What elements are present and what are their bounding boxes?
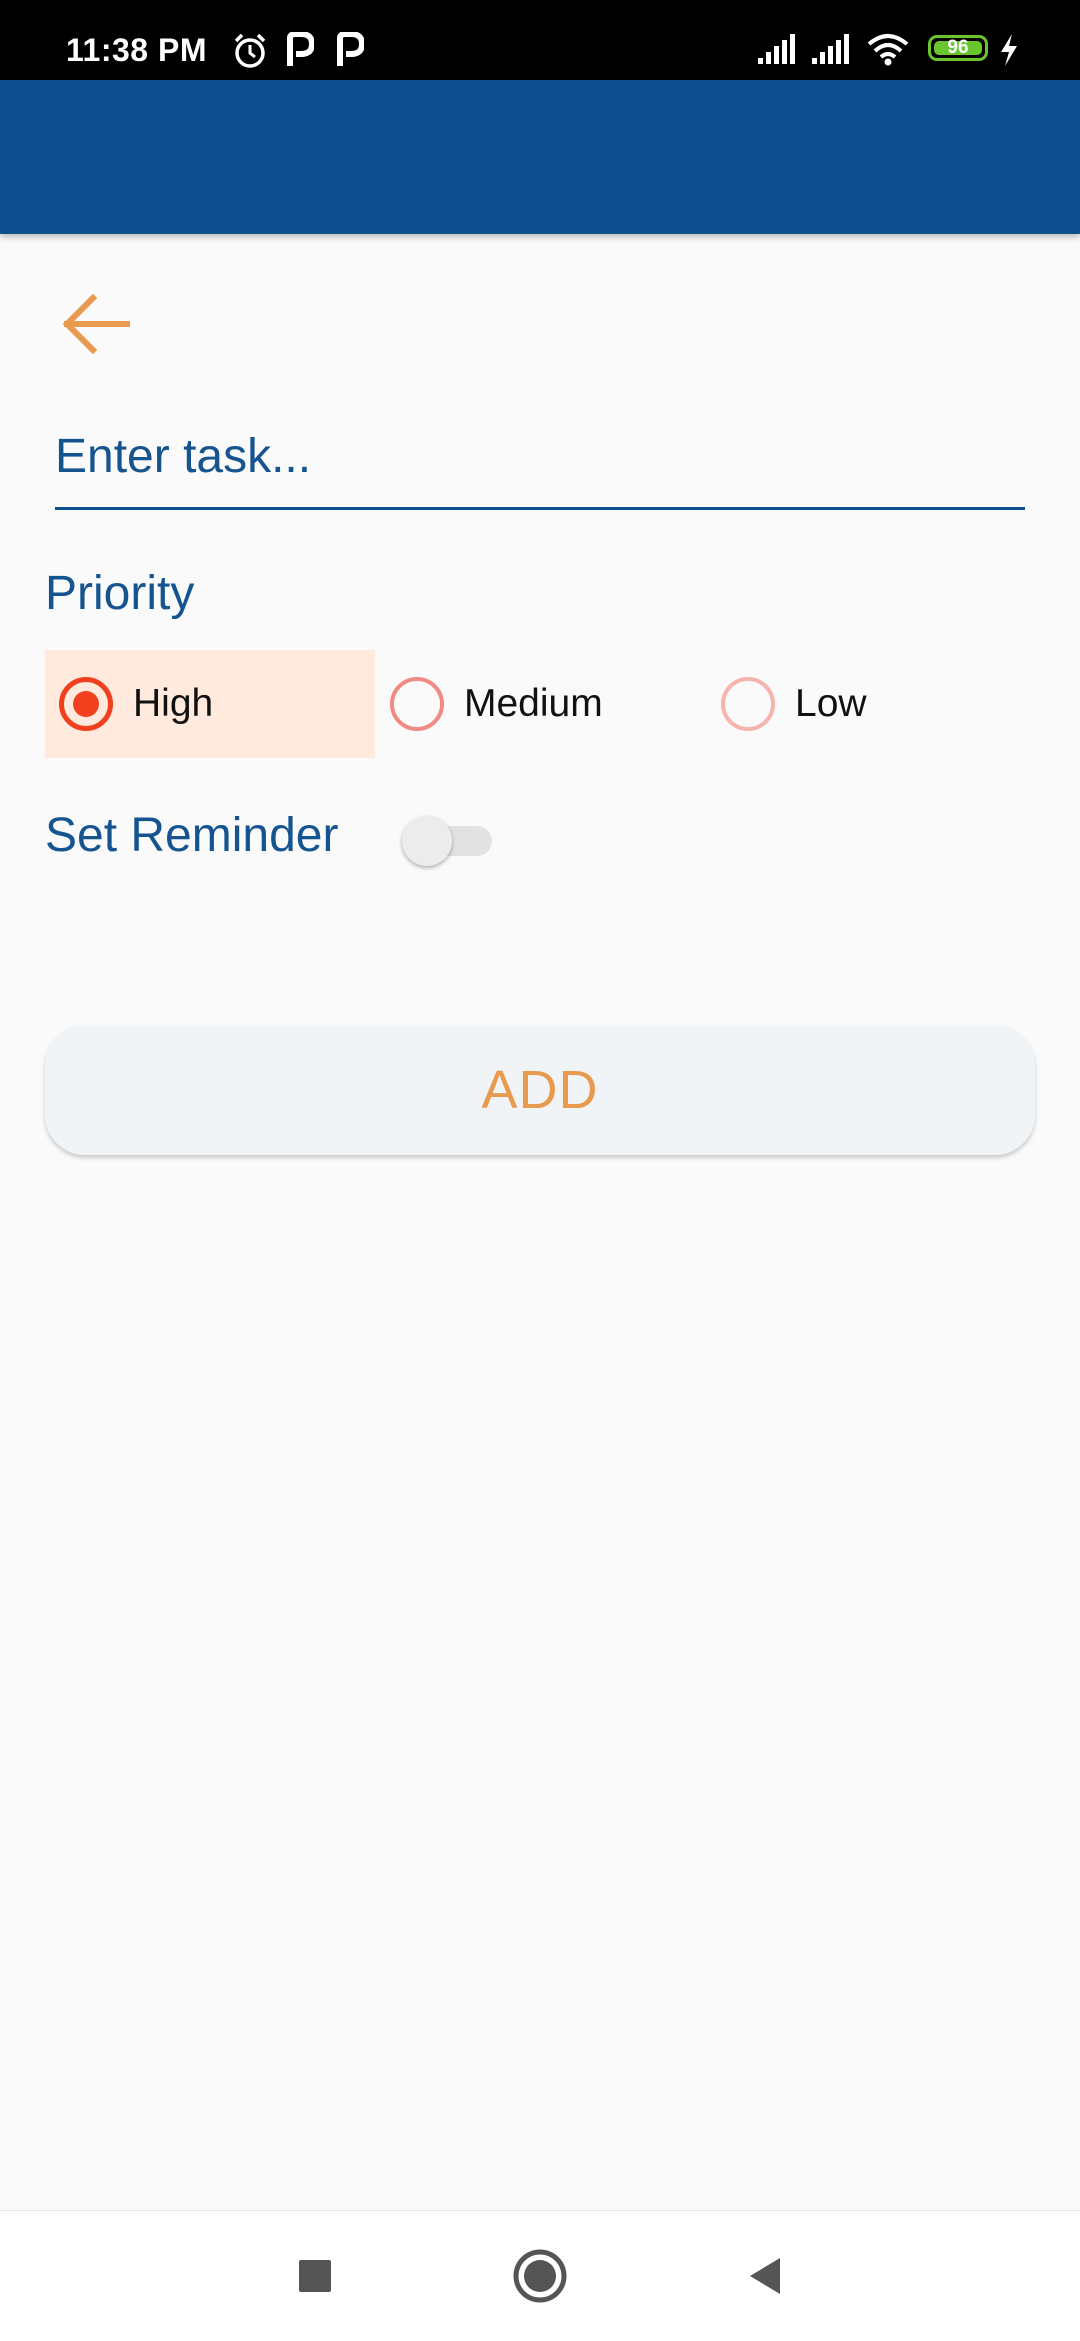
charging-icon [1001,34,1017,66]
parking-app-icon [337,32,364,66]
navigation-bar [0,2210,1080,2341]
alarm-icon [234,33,266,68]
signal-icon [812,34,849,64]
priority-option-low[interactable]: Low [707,650,1037,758]
add-button[interactable]: ADD [45,1025,1035,1155]
home-circle-icon [513,2249,567,2303]
back-nav-button[interactable] [730,2211,800,2341]
app-bar [0,80,1080,234]
recents-button[interactable] [280,2211,350,2341]
parking-app-icon [287,32,314,66]
battery-icon: 96 [928,35,988,61]
reminder-toggle[interactable] [402,810,494,870]
task-input[interactable] [55,420,1025,510]
back-arrow-icon [62,293,130,355]
priority-option-medium[interactable]: Medium [376,650,706,758]
priority-option-high[interactable]: High [45,650,375,758]
toggle-thumb [402,816,452,866]
priority-label: Priority [45,567,195,620]
signal-icon [758,34,795,64]
home-button[interactable] [500,2211,580,2341]
recents-square-icon [299,2260,331,2292]
priority-option-label: Medium [464,682,603,725]
status-bar: 11:38 PM 96 [0,0,1080,80]
priority-option-label: High [133,682,214,725]
reminder-label: Set Reminder [45,809,339,862]
battery-level: 96 [947,37,969,58]
radio-unselected-icon [390,677,444,731]
status-time: 11:38 PM [66,32,207,68]
radio-unselected-icon [721,677,775,731]
radio-selected-icon [59,677,113,731]
wifi-icon [867,34,909,66]
back-button[interactable] [50,286,140,362]
back-triangle-icon [750,2258,780,2294]
priority-option-label: Low [795,682,867,725]
